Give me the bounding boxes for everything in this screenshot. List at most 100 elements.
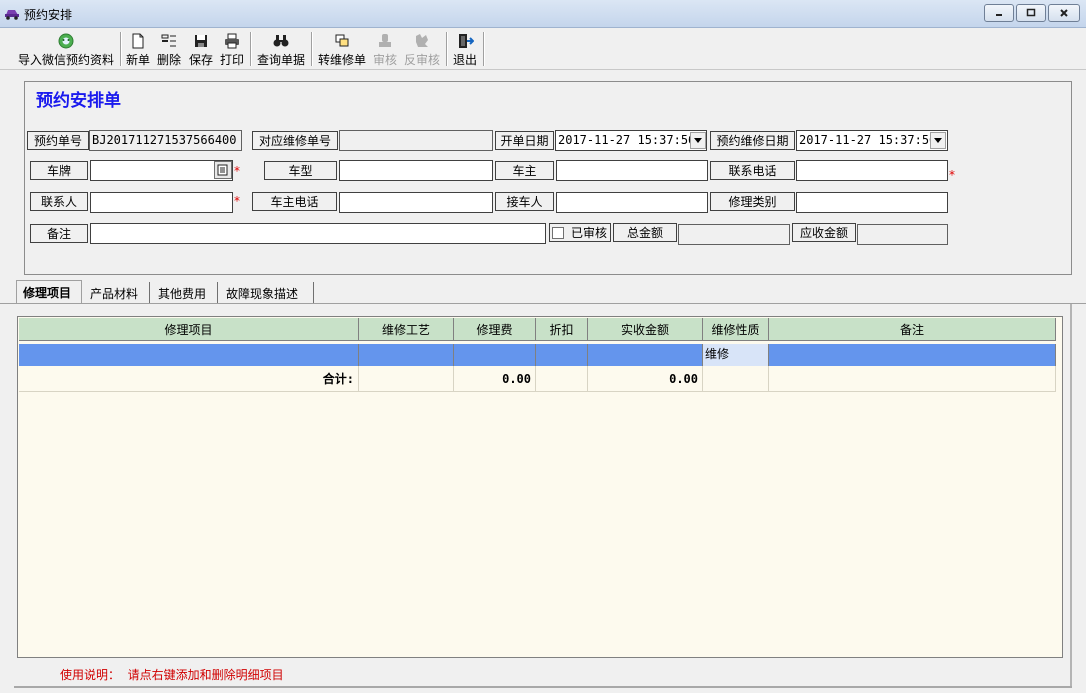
remark-label: 备注 <box>30 224 88 243</box>
print-label: 打印 <box>219 53 244 67</box>
tab-materials[interactable]: 产品材料 <box>84 282 150 304</box>
booking-date-field[interactable]: 2017-11-27 15:37:56 <box>796 130 948 151</box>
new-button[interactable]: 新单 <box>124 30 152 68</box>
open-date-label: 开单日期 <box>495 131 554 150</box>
plate-lookup-button[interactable] <box>214 161 232 179</box>
bottom-border <box>14 686 1072 688</box>
owner-label: 车主 <box>495 161 554 180</box>
receiver-field[interactable] <box>556 192 708 213</box>
open-date-dropdown[interactable] <box>690 132 706 149</box>
print-button[interactable]: 打印 <box>218 30 246 68</box>
approve-button[interactable]: 审核 <box>370 30 400 68</box>
title-bar: 预约安排 <box>0 0 1086 28</box>
exit-button[interactable]: 退出 <box>450 30 480 68</box>
column-header[interactable]: 修理项目 <box>19 318 359 341</box>
maximize-button[interactable] <box>1016 4 1046 22</box>
delete-button[interactable]: 删除 <box>155 30 183 68</box>
unapprove-label: 反审核 <box>403 53 440 67</box>
usage-note: 使用说明： 请点右键添加和删除明细项目 <box>60 668 284 682</box>
owner-phone-field[interactable] <box>339 192 493 213</box>
close-icon <box>1060 9 1068 17</box>
booking-date-dropdown[interactable] <box>930 132 946 149</box>
minimize-button[interactable] <box>984 4 1014 22</box>
dropdown-arrow-icon <box>934 137 942 143</box>
booking-no-label: 预约单号 <box>27 131 89 150</box>
summary-label: 合计: <box>19 366 359 392</box>
summary-cell <box>536 366 588 392</box>
remark-field[interactable] <box>90 223 546 244</box>
car-app-icon <box>5 10 19 20</box>
tab-divider <box>0 303 1086 304</box>
receivable-field <box>857 224 948 245</box>
toolbar-separator <box>250 32 252 66</box>
printer-icon <box>225 33 239 49</box>
repair-type-label: 修理类别 <box>710 192 795 211</box>
owner-field[interactable] <box>556 160 708 181</box>
required-mark: * <box>234 194 240 208</box>
form-title: 预约安排单 <box>36 91 121 111</box>
exit-label: 退出 <box>452 53 477 67</box>
repair-type-field[interactable] <box>796 192 948 213</box>
contact-label: 联系人 <box>30 192 88 211</box>
phone-field[interactable] <box>796 160 948 181</box>
owner-phone-label: 车主电话 <box>252 192 337 211</box>
plate-label: 车牌 <box>30 161 88 180</box>
import-wechat-button[interactable]: 导入微信预约资料 <box>14 30 118 68</box>
save-label: 保存 <box>188 53 213 67</box>
column-header[interactable]: 修理费 <box>454 318 536 341</box>
total-field <box>678 224 790 245</box>
exit-door-icon <box>459 34 474 48</box>
repair-no-label: 对应维修单号 <box>252 131 338 150</box>
contact-field[interactable] <box>90 192 233 213</box>
save-button[interactable]: 保存 <box>187 30 215 68</box>
window-title: 预约安排 <box>24 8 73 22</box>
repair-no-field[interactable] <box>339 130 493 151</box>
tab-other-fees[interactable]: 其他费用 <box>152 282 218 304</box>
summary-repair-fee: 0.00 <box>454 366 536 392</box>
floppy-disk-icon <box>195 35 207 47</box>
column-header[interactable]: 备注 <box>769 318 1056 341</box>
open-date-field[interactable]: 2017-11-27 15:37:56 <box>555 130 707 151</box>
required-mark: * <box>949 168 955 182</box>
tab-repair-items[interactable]: 修理项目 <box>16 280 82 304</box>
toolbar-separator <box>446 32 448 66</box>
import-wechat-label: 导入微信预约资料 <box>17 53 114 67</box>
close-button[interactable] <box>1048 4 1080 22</box>
table-row-cell[interactable] <box>359 344 454 366</box>
phone-label: 联系电话 <box>710 161 795 180</box>
new-label: 新单 <box>125 53 150 67</box>
model-label: 车型 <box>264 161 337 180</box>
wechat-icon <box>58 33 74 49</box>
binoculars-icon <box>273 35 289 47</box>
table-row-cell[interactable] <box>19 344 359 366</box>
booking-date-label: 预约维修日期 <box>710 131 795 150</box>
delete-rows-icon <box>161 34 176 47</box>
tab-fault-description[interactable]: 故障现象描述 <box>220 282 314 304</box>
table-row-cell[interactable] <box>588 344 703 366</box>
approved-label-text: 已审核 <box>570 226 607 240</box>
toolbar: 导入微信预约资料 新单 删除 保存 打印 查询单据 转维修单 审核 反审核 退出 <box>0 28 1086 70</box>
table-row-cell[interactable] <box>454 344 536 366</box>
table-row-cell[interactable] <box>536 344 588 366</box>
booking-no-field[interactable]: BJ201711271537566400 <box>89 130 242 151</box>
minimize-icon <box>996 14 1002 16</box>
required-mark: * <box>234 164 240 178</box>
column-header[interactable]: 实收金额 <box>588 318 703 341</box>
plate-field[interactable] <box>90 160 233 181</box>
column-header[interactable]: 维修工艺 <box>359 318 454 341</box>
maximize-icon <box>1026 8 1036 17</box>
dropdown-arrow-icon <box>694 137 702 143</box>
model-field[interactable] <box>339 160 493 181</box>
lookup-list-icon <box>217 164 228 176</box>
summary-cell <box>359 366 454 392</box>
repair-nature-cell[interactable]: 维修 <box>703 344 769 366</box>
unapprove-button[interactable]: 反审核 <box>402 30 442 68</box>
approved-checkbox[interactable] <box>552 227 564 239</box>
summary-cell <box>703 366 769 392</box>
column-header[interactable]: 维修性质 <box>703 318 769 341</box>
column-header[interactable]: 折扣 <box>536 318 588 341</box>
convert-to-repair-button[interactable]: 转维修单 <box>315 30 369 68</box>
table-row-cell[interactable] <box>769 344 1056 366</box>
toolbar-separator <box>311 32 313 66</box>
query-button[interactable]: 查询单据 <box>254 30 308 68</box>
